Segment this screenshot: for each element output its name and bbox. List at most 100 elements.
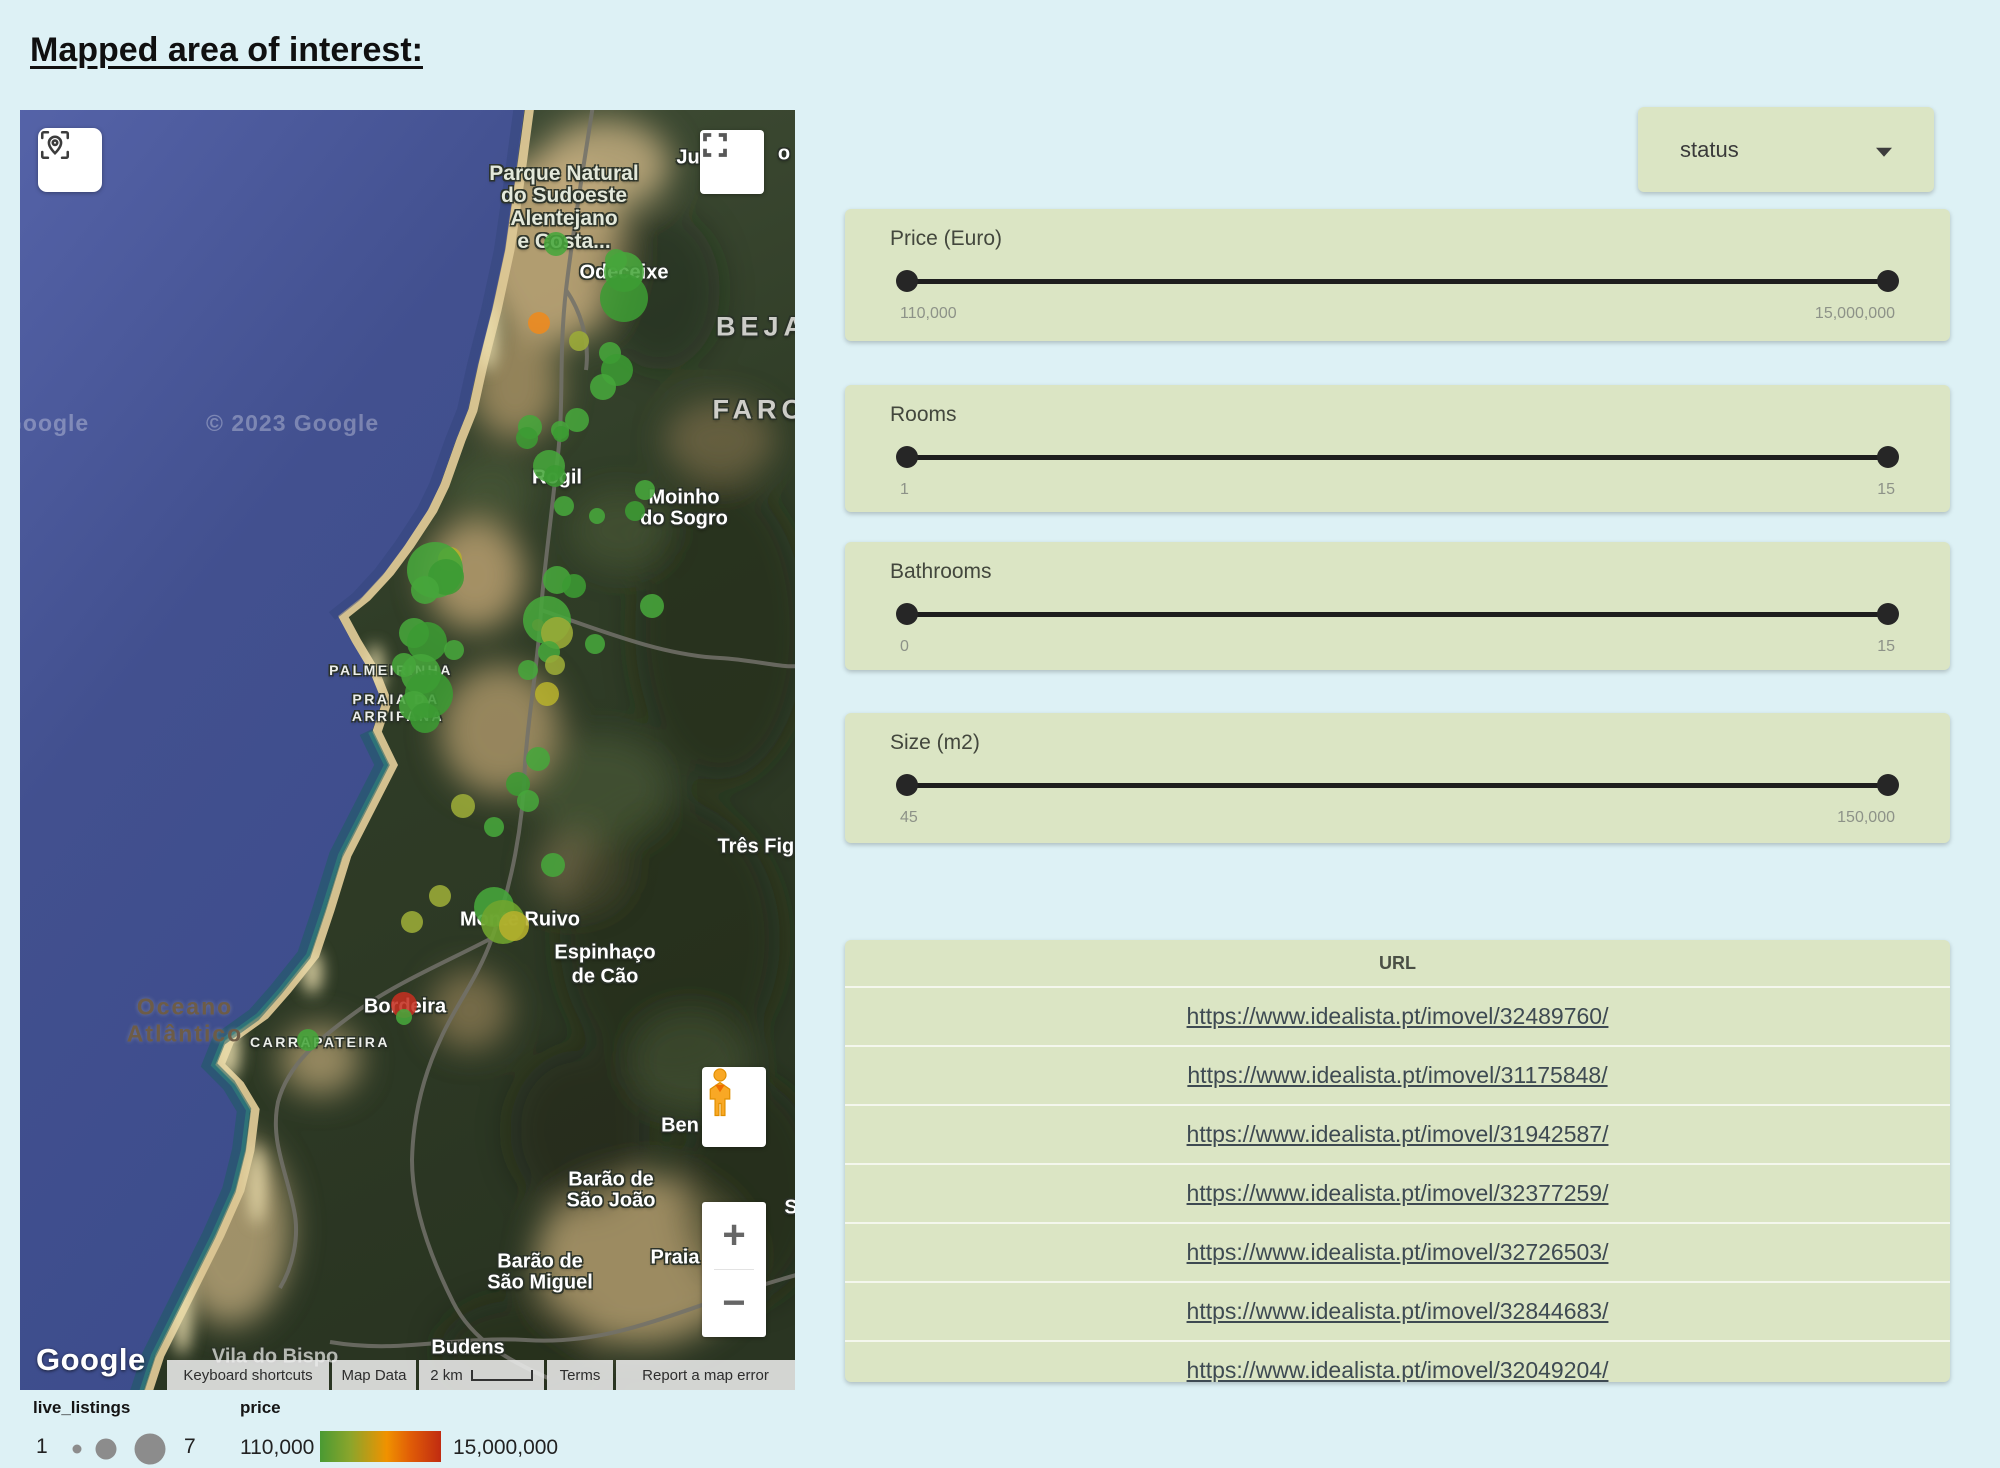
listing-point[interactable] (444, 640, 464, 660)
listing-point[interactable] (517, 790, 539, 812)
table-row: https://www.idealista.pt/imovel/32844683… (845, 1281, 1950, 1340)
slider-handle-max[interactable] (1877, 603, 1899, 625)
fullscreen-icon (700, 130, 730, 160)
listing-point[interactable] (396, 1009, 412, 1025)
listing-point[interactable] (544, 465, 566, 487)
slider-label: Price (Euro) (890, 227, 1002, 251)
legend-size-dot-large (135, 1434, 166, 1465)
attribution-item[interactable]: Terms (547, 1360, 613, 1390)
size-slider-track[interactable] (900, 783, 1895, 788)
legend-size-min: 1 (36, 1435, 48, 1459)
slider-handle-min[interactable] (896, 603, 918, 625)
map-terrain (20, 110, 795, 1390)
listing-point[interactable] (297, 1029, 319, 1051)
slider-handle-max[interactable] (1877, 774, 1899, 796)
attribution-item[interactable]: Report a map error (616, 1360, 795, 1390)
slider-label: Size (m2) (890, 731, 980, 755)
pegman-icon (702, 1067, 738, 1119)
listing-point[interactable] (600, 274, 648, 322)
select-area-button[interactable] (38, 128, 102, 192)
listing-point[interactable] (499, 911, 529, 941)
legend-size-max: 7 (184, 1435, 196, 1459)
google-logo[interactable]: Google (36, 1342, 146, 1378)
zoom-out-button[interactable]: − (702, 1270, 766, 1337)
slider-handle-max[interactable] (1877, 446, 1899, 468)
map-label: BEJA (716, 312, 795, 343)
listing-link[interactable]: https://www.idealista.pt/imovel/31942587… (1187, 1121, 1609, 1148)
size-slider-card: Size (m2) 45 150,000 (845, 713, 1950, 843)
listing-point[interactable] (401, 911, 423, 933)
listing-point[interactable] (640, 594, 664, 618)
table-row: https://www.idealista.pt/imovel/32489760… (845, 986, 1950, 1045)
map-label: o (778, 143, 790, 166)
listing-point[interactable] (429, 885, 451, 907)
listing-point[interactable] (635, 480, 655, 500)
map-label: Três Figo (718, 836, 795, 859)
map-canvas[interactable]: Google© 2023 Google Parque Naturaldo Sud… (20, 110, 795, 1390)
listing-point[interactable] (590, 374, 616, 400)
zoom-in-button[interactable]: + (702, 1202, 766, 1269)
listing-link[interactable]: https://www.idealista.pt/imovel/32726503… (1187, 1239, 1609, 1266)
attribution-item[interactable]: Map Data (332, 1360, 416, 1390)
url-table-header: URL (845, 940, 1950, 986)
price-slider-card: Price (Euro) 110,000 15,000,000 (845, 209, 1950, 341)
slider-handle-min[interactable] (896, 774, 918, 796)
listing-point[interactable] (562, 574, 586, 598)
listing-point[interactable] (484, 817, 504, 837)
listing-point[interactable] (545, 655, 565, 675)
listing-point[interactable] (589, 508, 605, 524)
listing-link[interactable]: https://www.idealista.pt/imovel/32049204… (1187, 1357, 1609, 1382)
listing-point[interactable] (585, 634, 605, 654)
listing-link[interactable]: https://www.idealista.pt/imovel/32844683… (1187, 1298, 1609, 1325)
zoom-control: + − (702, 1202, 766, 1337)
bathrooms-slider-track[interactable] (900, 612, 1895, 617)
slider-handle-max[interactable] (1877, 270, 1899, 292)
slider-handle-min[interactable] (896, 270, 918, 292)
map-label: Barão de (497, 1251, 583, 1274)
listing-point[interactable] (554, 496, 574, 516)
slider-min-value: 0 (900, 638, 909, 656)
listing-point[interactable] (526, 747, 550, 771)
listing-point[interactable] (553, 426, 569, 442)
listing-point[interactable] (535, 682, 559, 706)
listing-point[interactable] (541, 853, 565, 877)
legend-color-label: price (240, 1398, 281, 1418)
listing-point[interactable] (410, 703, 440, 733)
map-label: FARO (712, 395, 795, 426)
map-scale: 2 km (419, 1360, 544, 1390)
rooms-slider-card: Rooms 1 15 (845, 385, 1950, 512)
listing-point[interactable] (518, 660, 538, 680)
slider-max-value: 15 (1877, 638, 1895, 656)
slider-handle-min[interactable] (896, 446, 918, 468)
listing-point[interactable] (625, 501, 645, 521)
status-dropdown[interactable]: status (1638, 107, 1934, 192)
listing-point[interactable] (544, 232, 568, 256)
map-label: Moinho (648, 487, 719, 510)
bathrooms-slider-card: Bathrooms 0 15 (845, 542, 1950, 670)
page-title: Mapped area of interest: (30, 31, 423, 70)
map-label: Espinhaço (554, 942, 655, 965)
listing-point[interactable] (528, 312, 550, 334)
map-label: de Cão (572, 966, 639, 989)
legend-color-max: 15,000,000 (453, 1436, 558, 1460)
listing-point[interactable] (569, 331, 589, 351)
map-label: Praia (651, 1247, 700, 1270)
fullscreen-button[interactable] (700, 130, 764, 194)
attribution-item[interactable]: Keyboard shortcuts (167, 1360, 329, 1390)
scale-bar (471, 1370, 533, 1381)
listing-link[interactable]: https://www.idealista.pt/imovel/32489760… (1187, 1003, 1609, 1030)
rooms-slider-track[interactable] (900, 455, 1895, 460)
listing-point[interactable] (605, 249, 627, 271)
slider-label: Rooms (890, 403, 957, 427)
map-watermark: © 2023 Google (206, 410, 379, 437)
price-slider-track[interactable] (900, 279, 1895, 284)
listing-point[interactable] (451, 794, 475, 818)
listing-link[interactable]: https://www.idealista.pt/imovel/32377259… (1187, 1180, 1609, 1207)
listing-point[interactable] (516, 427, 538, 449)
listing-point[interactable] (411, 576, 439, 604)
table-row: https://www.idealista.pt/imovel/31175848… (845, 1045, 1950, 1104)
price-gradient (320, 1431, 441, 1462)
listing-link[interactable]: https://www.idealista.pt/imovel/31175848… (1187, 1062, 1607, 1089)
area-pin-icon (38, 128, 72, 162)
pegman-button[interactable] (702, 1067, 766, 1147)
